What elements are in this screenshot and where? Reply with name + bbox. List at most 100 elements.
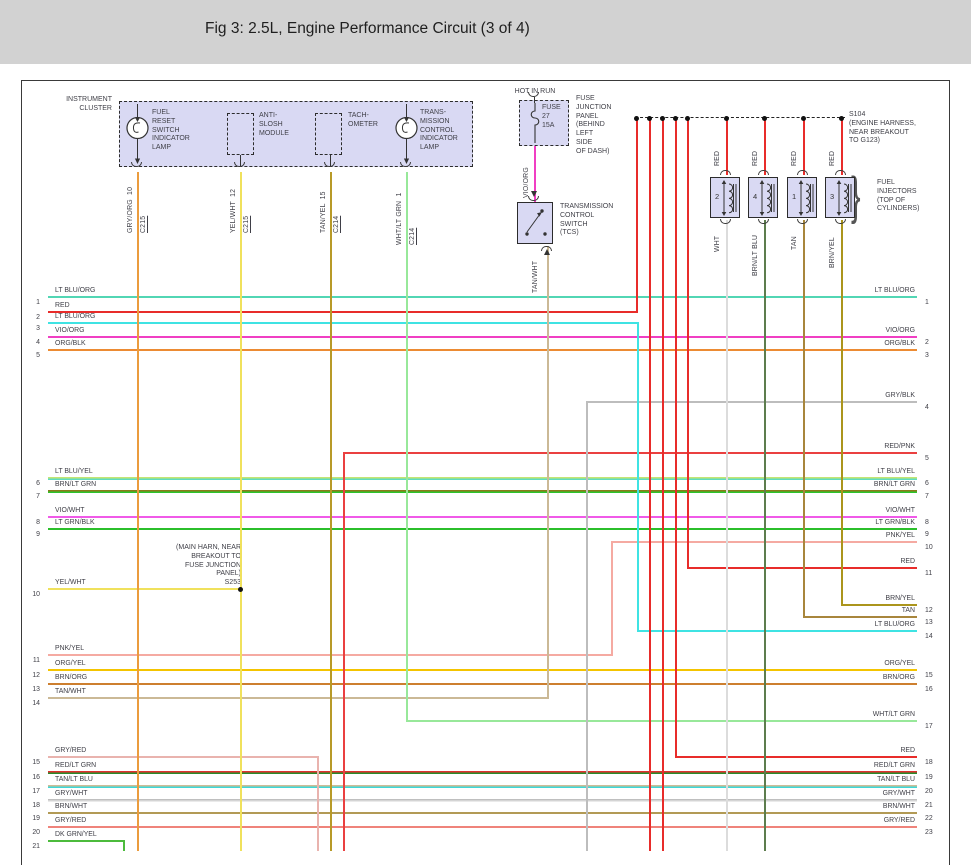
injector-coil-icon (836, 180, 852, 216)
wire-row-org-yel (48, 669, 917, 671)
fuel-reset-lamp-label: FUEL RESET SWITCH INDICATOR LAMP (152, 109, 190, 152)
connector-chevron-9 (797, 170, 808, 175)
vertical-label-c215-1: C215 (140, 215, 147, 233)
left-wire-number-17: 17 (32, 788, 40, 795)
right-wire-label-9: LT GRN/BLK (875, 519, 915, 526)
wire-stub-fuse-top (534, 97, 535, 103)
connector-chevron-11 (720, 219, 731, 224)
right-wire-number-9: 9 (925, 531, 929, 538)
right-wire-number-12: 12 (925, 607, 933, 614)
wire-row-gry-red-20 (48, 826, 917, 828)
fuse-panel-label: FUSE JUNCTION PANEL (BEHIND LEFT SIDE OF… (576, 95, 612, 155)
right-wire-label-2: VIO/ORG (885, 327, 915, 334)
left-wire-label-9: LT GRN/BLK (55, 519, 95, 526)
connector-chevron-7 (720, 170, 731, 175)
right-wire-number-6: 6 (925, 480, 929, 487)
wire-row-lt-blu-org-14 (637, 630, 917, 632)
wire-v-red-4 (675, 117, 677, 758)
splice-dot-2 (660, 116, 665, 121)
right-wire-label-10: PNK/YEL (885, 532, 915, 539)
wire-row-red-pnk (343, 452, 917, 454)
right-wire-number-7: 7 (925, 493, 929, 500)
left-wire-label-3: LT BLU/ORG (55, 313, 96, 320)
page-title: Fig 3: 2.5L, Engine Performance Circuit … (205, 20, 530, 37)
wire-v-gry-blk (586, 401, 588, 851)
injector-coil-icon (721, 180, 737, 216)
s104-label: S104 (ENGINE HARNESS, NEAR BREAKOUT TO G… (849, 111, 916, 145)
diagram-border-right (949, 80, 950, 865)
left-wire-number-13: 13 (32, 686, 40, 693)
vertical-label-c214-5: C214 (333, 215, 340, 233)
arrow-up-1 (544, 249, 550, 255)
right-wire-number-1: 1 (925, 299, 929, 306)
right-wire-label-6: LT BLU/YEL (877, 468, 915, 475)
right-wire-label-18: RED (900, 747, 915, 754)
diagram-border-left (21, 80, 22, 865)
diagram-border-top (21, 80, 950, 81)
wire-v-inj-red-1 (803, 117, 805, 175)
wire-v-brn-yel (841, 220, 843, 606)
vertical-label-vio-org-8: VIO/ORG (523, 167, 530, 198)
title-bar: Fig 3: 2.5L, Engine Performance Circuit … (0, 0, 971, 64)
right-wire-label-16: BRN/ORG (882, 674, 915, 681)
right-wire-number-3: 3 (925, 352, 929, 359)
left-wire-number-18: 18 (32, 802, 40, 809)
wire-v-pnk-yel (611, 541, 613, 656)
right-wire-number-4: 4 (925, 404, 929, 411)
left-wire-number-12: 12 (32, 672, 40, 679)
injector-coil-icon (798, 180, 814, 216)
right-wire-number-19: 19 (925, 774, 933, 781)
wire-v-red-3 (662, 117, 664, 851)
right-wire-number-15: 15 (925, 672, 933, 679)
wire-v-tan-yel (330, 172, 332, 851)
left-wire-label-20: GRY/RED (55, 817, 87, 824)
left-wire-number-19: 19 (32, 815, 40, 822)
left-wire-label-12: ORG/YEL (55, 660, 86, 667)
wire-row-yel-wht (48, 588, 242, 590)
wire-v-wht-lt-grn (406, 172, 408, 722)
connector-chevron-8 (758, 170, 769, 175)
wire-v-gry-org (137, 172, 139, 851)
right-wire-number-5: 5 (925, 455, 929, 462)
vertical-label-gry-org-10-0: GRY/ORG 10 (127, 186, 134, 233)
anti-slosh-module-label: ANTI- SLOSH MODULE (259, 112, 289, 137)
wire-row-brn-lt-grn (48, 490, 917, 493)
wire-row-lt-grn-blk (48, 528, 917, 530)
connector-chevron-10 (835, 170, 846, 175)
s253-note: (MAIN HARN, NEAR BREAKOUT TO FUSE JUNCTI… (176, 544, 241, 587)
right-wire-number-13: 13 (925, 619, 933, 626)
left-wire-number-14: 14 (32, 700, 40, 707)
fuel-injector-3: 3 (825, 177, 855, 218)
instrument-cluster-label: INSTRUMENT CLUSTER (66, 96, 112, 112)
wire-v-inj-red-3 (841, 117, 843, 175)
vertical-label-tan-yel-15-4: TAN/YEL 15 (320, 191, 327, 233)
left-wire-label-14: TAN/WHT (55, 688, 86, 695)
right-wire-label-14: LT BLU/ORG (874, 621, 915, 628)
splice-dot-3 (673, 116, 678, 121)
wire-row-lt-blu-org-1 (48, 296, 917, 298)
vertical-label-red-13: RED (829, 150, 836, 166)
left-wire-number-8: 8 (36, 519, 40, 526)
right-wire-label-13: TAN (901, 607, 915, 614)
connector-chevron-12 (758, 219, 769, 224)
wire-row-gry-red-15 (48, 756, 319, 758)
right-wire-label-17: WHT/LT GRN (872, 711, 915, 718)
left-wire-number-6: 6 (36, 480, 40, 487)
right-wire-label-1: LT BLU/ORG (874, 287, 915, 294)
left-wire-number-9: 9 (36, 531, 40, 538)
wire-v-red-1 (636, 117, 638, 313)
wire-v-dk-grn-yel (123, 840, 125, 851)
right-wire-number-17: 17 (925, 723, 933, 730)
right-wire-number-8: 8 (925, 519, 929, 526)
right-wire-number-14: 14 (925, 633, 933, 640)
right-wire-label-15: ORG/YEL (884, 660, 915, 667)
left-wire-label-5: ORG/BLK (55, 340, 86, 347)
right-wire-label-11: RED (900, 558, 915, 565)
right-wire-label-4: GRY/BLK (885, 392, 915, 399)
splice-dot-9 (238, 587, 243, 592)
tachometer-label: TACH- OMETER (348, 112, 378, 128)
right-wire-number-11: 11 (925, 570, 933, 577)
left-wire-number-16: 16 (32, 774, 40, 781)
vertical-label-red-10: RED (714, 150, 721, 166)
tcs-label: TRANSMISSION CONTROL SWITCH (TCS) (560, 203, 614, 237)
